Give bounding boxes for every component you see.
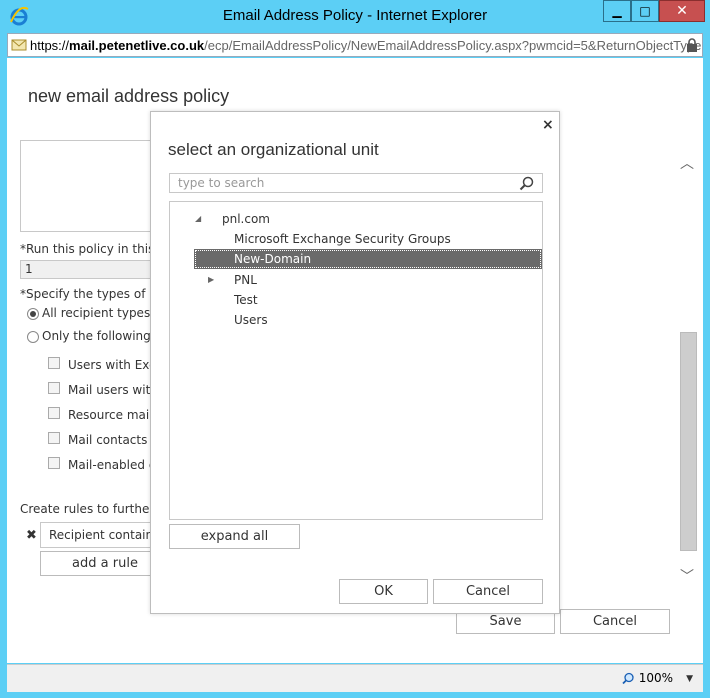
run-order-label: *Run this policy in this se [20,242,172,256]
select-ou-dialog: × select an organizational unit ◢ pnl.co… [150,111,560,614]
checkbox-mail-users[interactable] [48,382,60,394]
expand-all-button[interactable]: expand all [169,524,300,549]
collapse-triangle-icon[interactable]: ◢ [195,209,201,229]
dialog-close-icon[interactable]: × [542,117,554,133]
tree-node-pnl[interactable]: ▶ PNL [170,270,542,290]
scroll-down-icon[interactable]: ﹀ [680,566,694,586]
checkbox-mail-contacts[interactable] [48,432,60,444]
tree-node-label: pnl.com [222,212,270,226]
radio-all-recipients[interactable] [27,308,39,320]
maximize-button[interactable]: □ [631,0,659,22]
page-icon [8,34,30,56]
tree-node-users[interactable]: Users [170,310,542,330]
tree-node-test[interactable]: Test [170,290,542,310]
close-window-button[interactable]: ✕ [659,0,705,22]
radio-only-following-label: Only the following re [42,329,167,343]
scroll-up-icon[interactable]: ︿ [680,153,694,173]
dialog-title: select an organizational unit [168,140,379,159]
radio-all-recipients-label: All recipient types [42,306,151,320]
search-input[interactable] [170,174,510,192]
dialog-cancel-button[interactable]: Cancel [433,579,543,604]
tree-node-new-domain[interactable]: New-Domain [194,249,542,269]
url-path: /ecp/EmailAddressPolicy/NewEmailAddressP… [204,37,703,53]
search-icon[interactable] [519,176,534,191]
expand-triangle-icon[interactable]: ▶ [208,270,214,290]
checkbox-label: Mail users with [68,383,158,397]
minimize-button[interactable]: ▁ [603,0,631,22]
lock-icon[interactable] [686,38,698,52]
checkbox-label: Resource mailb [68,408,161,422]
tree-node-label: New-Domain [234,252,312,266]
checkbox-resource-mailboxes[interactable] [48,407,60,419]
url-scheme: https:// [30,37,70,53]
page-content: new email address policy *Run this polic… [7,58,703,663]
zoom-level: 100% [638,671,673,685]
browser-window: Email Address Policy - Internet Explorer… [0,0,710,698]
zoom-dropdown-icon[interactable]: ▼ [686,674,693,684]
checkbox-users-exchange[interactable] [48,357,60,369]
tree-node-label: Microsoft Exchange Security Groups [234,232,451,246]
tree-node-exchange-security-groups[interactable]: Microsoft Exchange Security Groups [170,229,542,249]
search-box[interactable] [169,173,543,193]
remove-rule-icon[interactable]: ✖ [26,528,37,543]
scrollbar-thumb[interactable] [680,332,697,551]
checkbox-label: Mail contacts w [68,433,161,447]
tree-node-pnl-com[interactable]: ◢ pnl.com [170,209,542,229]
address-bar[interactable]: https://mail.petenetlive.co.uk/ecp/Email… [7,33,703,57]
ou-tree: ◢ pnl.com Microsoft Exchange Security Gr… [169,201,543,520]
tree-node-label: PNL [234,273,257,287]
zoom-control[interactable]: 100% [622,671,673,685]
checkbox-label: Mail-enabled g [68,458,157,472]
tree-node-label: Test [234,293,258,307]
title-bar[interactable]: Email Address Policy - Internet Explorer… [0,0,710,32]
status-bar: 100% ▼ [7,664,703,692]
zoom-icon [622,672,634,684]
radio-only-following[interactable] [27,331,39,343]
tree-node-label: Users [234,313,268,327]
checkbox-mail-enabled-groups[interactable] [48,457,60,469]
ok-button[interactable]: OK [339,579,428,604]
url-host: mail.petenetlive.co.uk [69,37,205,53]
recipient-types-label: *Specify the types of rec [20,287,168,301]
page-title: new email address policy [28,86,230,106]
cancel-button[interactable]: Cancel [560,609,670,634]
